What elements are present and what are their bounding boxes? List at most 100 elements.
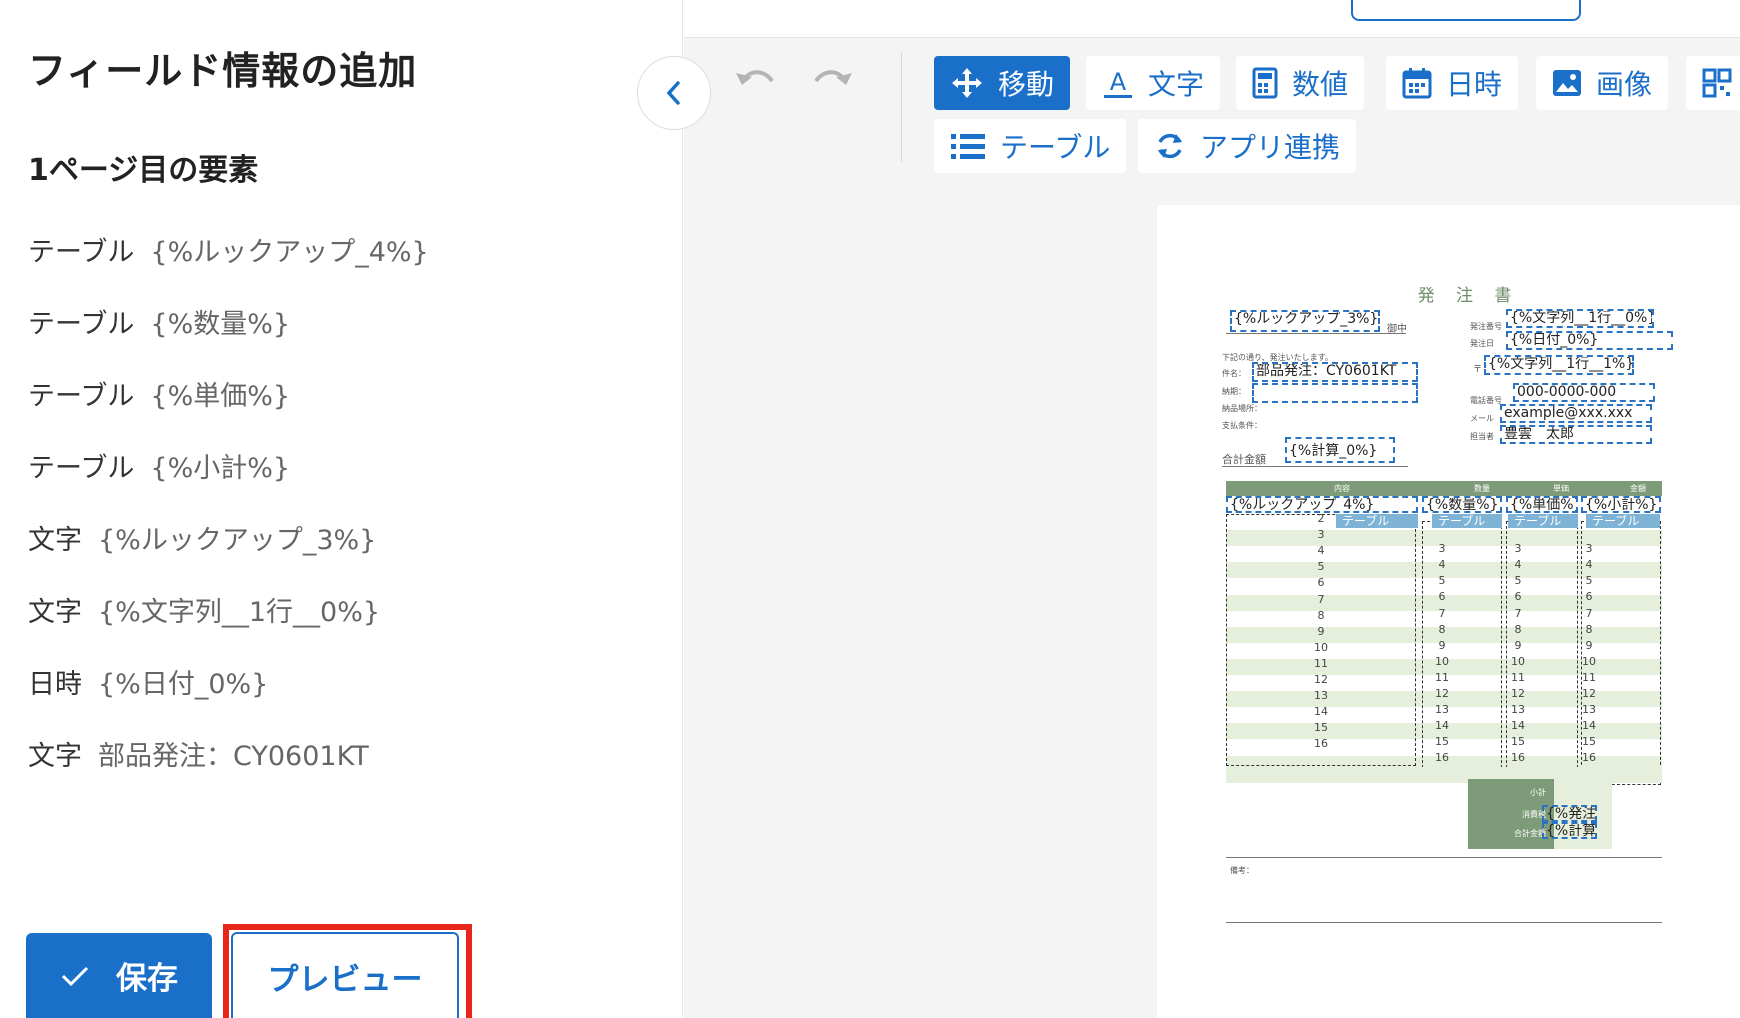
row-number: 7 [1317,592,1325,606]
tool-text-label: 文字 [1148,68,1205,101]
order-date-label: 発注日 [1470,339,1494,348]
field-deadline[interactable] [1252,383,1418,403]
field-type: 日時 [28,669,82,700]
field-mail[interactable]: example@xxx.xxx [1500,404,1652,423]
tool-qrcode[interactable] [1686,56,1740,110]
table-tag-4: テーブル [1586,514,1660,528]
preview-button[interactable]: プレビュー [231,932,459,1018]
tool-table[interactable]: テーブル [934,119,1127,173]
row-number: 12 [1511,687,1525,700]
field-list-item[interactable]: テーブル {%小計%} [28,446,290,485]
top-tab[interactable] [1351,0,1581,21]
field-lookup3[interactable]: {%ルックアップ_3%} [1230,310,1380,332]
row-number: 6 [1514,590,1522,604]
remarks-top-line [1226,857,1662,858]
undo-button[interactable] [732,58,780,98]
order-no-label: 発注番号 [1470,322,1502,331]
field-phone[interactable]: 000-0000-000 [1513,383,1655,402]
field-list-item[interactable]: 日時 {%日付_0%} [28,662,268,701]
field-list-item[interactable]: 文字 {%文字列__1行__0%} [28,590,380,629]
row-number: 8 [1514,622,1522,636]
row-number: 5 [1438,574,1446,588]
field-list-item[interactable]: テーブル {%ルックアップ_4%} [28,230,429,269]
th-amount: 金額 [1630,484,1646,493]
row-number: 15 [1511,735,1525,749]
row-number: 5 [1317,560,1325,574]
addressee-line [1226,333,1406,334]
row-number: 6 [1317,576,1325,590]
remarks-bottom-line [1226,922,1662,923]
row-number: 11 [1511,670,1525,684]
row-number: 12 [1314,673,1328,686]
table-header: 内容 数量 単価 金額 [1226,481,1662,496]
field-tax[interactable]: {%発注 [1542,805,1597,822]
row-number: 3 [1514,542,1522,556]
field-grand[interactable]: {%計算 [1542,822,1597,839]
th-qty: 数量 [1474,484,1490,493]
field-total[interactable]: {%計算_0%} [1285,437,1395,463]
field-subject[interactable]: 部品発注：CY0601KT [1252,362,1418,382]
tool-image[interactable]: 画像 [1536,56,1669,110]
image-icon [1553,70,1581,96]
document-page: 発 注 書 {%ルックアップ_3%} 御中 発注番号 {%文字列__1行__0%… [1157,205,1740,1018]
calendar-icon [1402,68,1432,99]
field-order-date[interactable]: {%日付_0%} [1506,331,1673,350]
field-name: {%数量%} [150,309,291,340]
row-number: 11 [1435,670,1449,684]
row-number: 14 [1511,719,1525,733]
collapse-panel-button[interactable] [637,56,711,130]
row-number: 15 [1314,721,1328,735]
person-label: 担当者 [1470,432,1494,441]
field-list-item[interactable]: テーブル {%単価%} [28,374,290,413]
tool-datetime[interactable]: 日時 [1386,56,1519,110]
row-number: 16 [1511,751,1525,765]
row-number: 2 [1317,512,1325,525]
row-number: 10 [1511,654,1525,668]
postal-mark: 〒 [1473,365,1483,375]
field-address[interactable]: {%文字列__1行__1%} [1484,355,1634,375]
tool-datetime-label: 日時 [1446,68,1503,101]
row-number: 12 [1435,687,1449,700]
save-button[interactable]: 保存 [26,933,212,1018]
redo-button[interactable] [808,58,856,98]
field-col-unit[interactable]: {%単価%} [1506,496,1578,513]
tool-move[interactable]: 移動 [934,56,1071,110]
subtotal-label: 小計 [1530,788,1546,797]
save-button-label: 保存 [116,961,178,997]
panel-title: フィールド情報の追加 [28,49,418,93]
row-number: 11 [1314,656,1328,670]
preview-button-label: プレビュー [267,961,423,998]
tool-text[interactable]: A 文字 [1086,56,1221,110]
tool-app-link-label: アプリ連携 [1200,131,1341,164]
row-number: 10 [1435,654,1449,668]
tool-app-link[interactable]: アプリ連携 [1138,119,1357,173]
field-col-lookup[interactable]: {%ルックアップ_4%} [1226,496,1418,513]
tool-number-label: 数値 [1292,68,1349,101]
field-col-qty[interactable]: {%数量%} [1422,496,1502,513]
tool-image-label: 画像 [1596,68,1653,101]
row-number: 8 [1317,608,1325,622]
row-number: 10 [1582,654,1596,668]
field-list-item[interactable]: 文字 {%ルックアップ_3%} [28,518,376,557]
th-content: 内容 [1334,484,1350,493]
row-number: 16 [1314,737,1328,751]
field-order-no[interactable]: {%文字列__1行__0%} [1506,309,1654,328]
row-number: 7 [1585,606,1593,620]
editor-area: 移動 A 文字 数値 日時 画像 テーブル アプリ連携 発 注 書 {%ルックア… [684,0,1740,1018]
row-number: 8 [1438,622,1446,636]
field-list-item[interactable]: テーブル {%数量%} [28,302,290,341]
row-number: 15 [1435,735,1449,749]
field-col-sub[interactable]: {%小計%} [1581,496,1661,513]
table-tag-3: テーブル [1508,514,1578,528]
field-person[interactable]: 豊雲 太郎 [1500,425,1652,444]
field-name: {%文字列__1行__0%} [98,597,381,628]
field-list-item[interactable]: 文字 部品発注：CY0601KT [28,734,369,773]
field-name: {%小計%} [150,453,291,484]
row-number: 15 [1582,735,1596,749]
row-number: 14 [1314,705,1328,719]
mail-label: メール [1470,414,1494,423]
row-number: 4 [1514,558,1522,572]
row-number: 3 [1317,528,1325,542]
undo-icon [736,70,774,85]
tool-number[interactable]: 数値 [1236,56,1365,110]
